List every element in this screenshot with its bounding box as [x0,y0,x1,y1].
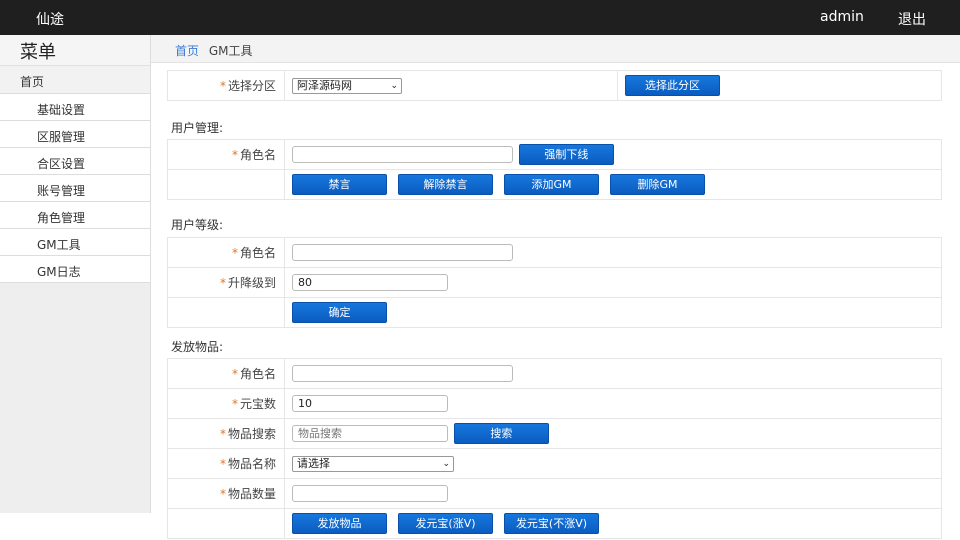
user-level-form: *角色名 *升降级到 确定 [167,237,942,328]
required-mark: * [231,367,238,381]
item-search-input[interactable] [292,425,448,442]
add-gm-button[interactable]: 添加GM [504,174,599,195]
sidebar-item-basic-settings[interactable]: 基础设置 [0,94,150,121]
sidebar-item-server-management[interactable]: 区服管理 [0,121,150,148]
role-name-input[interactable] [292,146,513,163]
sidebar-item-home[interactable]: 首页 [0,66,150,94]
required-mark: * [231,397,238,411]
send-gold-vip-button[interactable]: 发元宝(涨V) [398,513,493,534]
top-bar: 仙途 admin 退出 [0,0,960,35]
item-search-label: 物品搜索 [227,427,276,441]
select-zone-button[interactable]: 选择此分区 [625,75,720,96]
zone-select-value: 阿泽源码网 [297,78,352,92]
user-level-title: 用户等级: [171,218,224,232]
sidebar-item-gm-tools[interactable]: GM工具 [0,229,150,256]
sidebar-item-role-management[interactable]: 角色管理 [0,202,150,229]
item-search-button[interactable]: 搜索 [453,423,549,444]
user-management-title: 用户管理: [171,121,224,135]
send-items-button[interactable]: 发放物品 [292,513,387,534]
item-name-select-value: 请选择 [297,456,330,470]
sidebar: 菜单 首页 基础设置 区服管理 合区设置 账号管理 角色管理 GM工具 GM日志 [0,35,151,513]
breadcrumb-home-link[interactable]: 首页 [175,44,199,58]
mute-button[interactable]: 禁言 [292,174,387,195]
confirm-level-button[interactable]: 确定 [292,302,387,323]
send-items-form: *角色名 *元宝数 *物品搜索 搜索 *物品名称 请选择⌄ *物品数量 [167,358,942,539]
breadcrumb-current: GM工具 [208,44,253,58]
required-mark: * [219,457,226,471]
level-input[interactable] [292,274,448,291]
zone-label: 选择分区 [227,79,276,93]
required-mark: * [219,427,226,441]
required-mark: * [219,487,226,501]
sidebar-item-account-management[interactable]: 账号管理 [0,175,150,202]
gold-amount-label: 元宝数 [239,397,276,411]
main-content: * 选择分区 阿泽源码网 ⌄ 选择此分区 用户管理: * 角色名 强制下线 禁言 解除禁… [151,63,960,540]
force-offline-button[interactable]: 强制下线 [518,144,614,165]
gold-amount-input[interactable] [292,395,448,412]
item-quantity-input[interactable] [292,485,448,502]
app-title: 仙途 [36,12,64,28]
logout-link[interactable]: 退出 [898,9,926,29]
items-role-name-input[interactable] [292,365,513,382]
unmute-button[interactable]: 解除禁言 [398,174,493,195]
level-role-name-label: 角色名 [239,246,276,260]
level-role-name-input[interactable] [292,244,513,261]
send-items-title: 发放物品: [171,340,224,354]
chevron-down-icon: ⌄ [390,80,398,91]
menu-title: 菜单 [0,35,150,66]
username: admin [820,9,864,25]
required-mark: * [231,246,238,260]
items-role-name-label: 角色名 [239,367,276,381]
zone-form: * 选择分区 阿泽源码网 ⌄ 选择此分区 [167,70,942,101]
sidebar-item-merge-settings[interactable]: 合区设置 [0,148,150,175]
send-gold-no-vip-button[interactable]: 发元宝(不涨V) [504,513,599,534]
required-mark: * [219,79,226,93]
sidebar-item-gm-logs[interactable]: GM日志 [0,256,150,283]
required-mark: * [219,276,226,290]
breadcrumb: 首页 GM工具 [151,35,960,63]
item-name-select[interactable]: 请选择 ⌄ [292,455,454,472]
chevron-down-icon: ⌄ [442,458,450,469]
level-to-label: 升降级到 [227,276,276,290]
zone-select[interactable]: 阿泽源码网 ⌄ [292,77,402,94]
item-quantity-label: 物品数量 [227,487,276,501]
required-mark: * [231,148,238,162]
item-name-label: 物品名称 [227,457,276,471]
user-management-form: * 角色名 强制下线 禁言 解除禁言 添加GM 删除GM [167,139,942,200]
remove-gm-button[interactable]: 删除GM [610,174,705,195]
role-name-label: 角色名 [239,148,276,162]
